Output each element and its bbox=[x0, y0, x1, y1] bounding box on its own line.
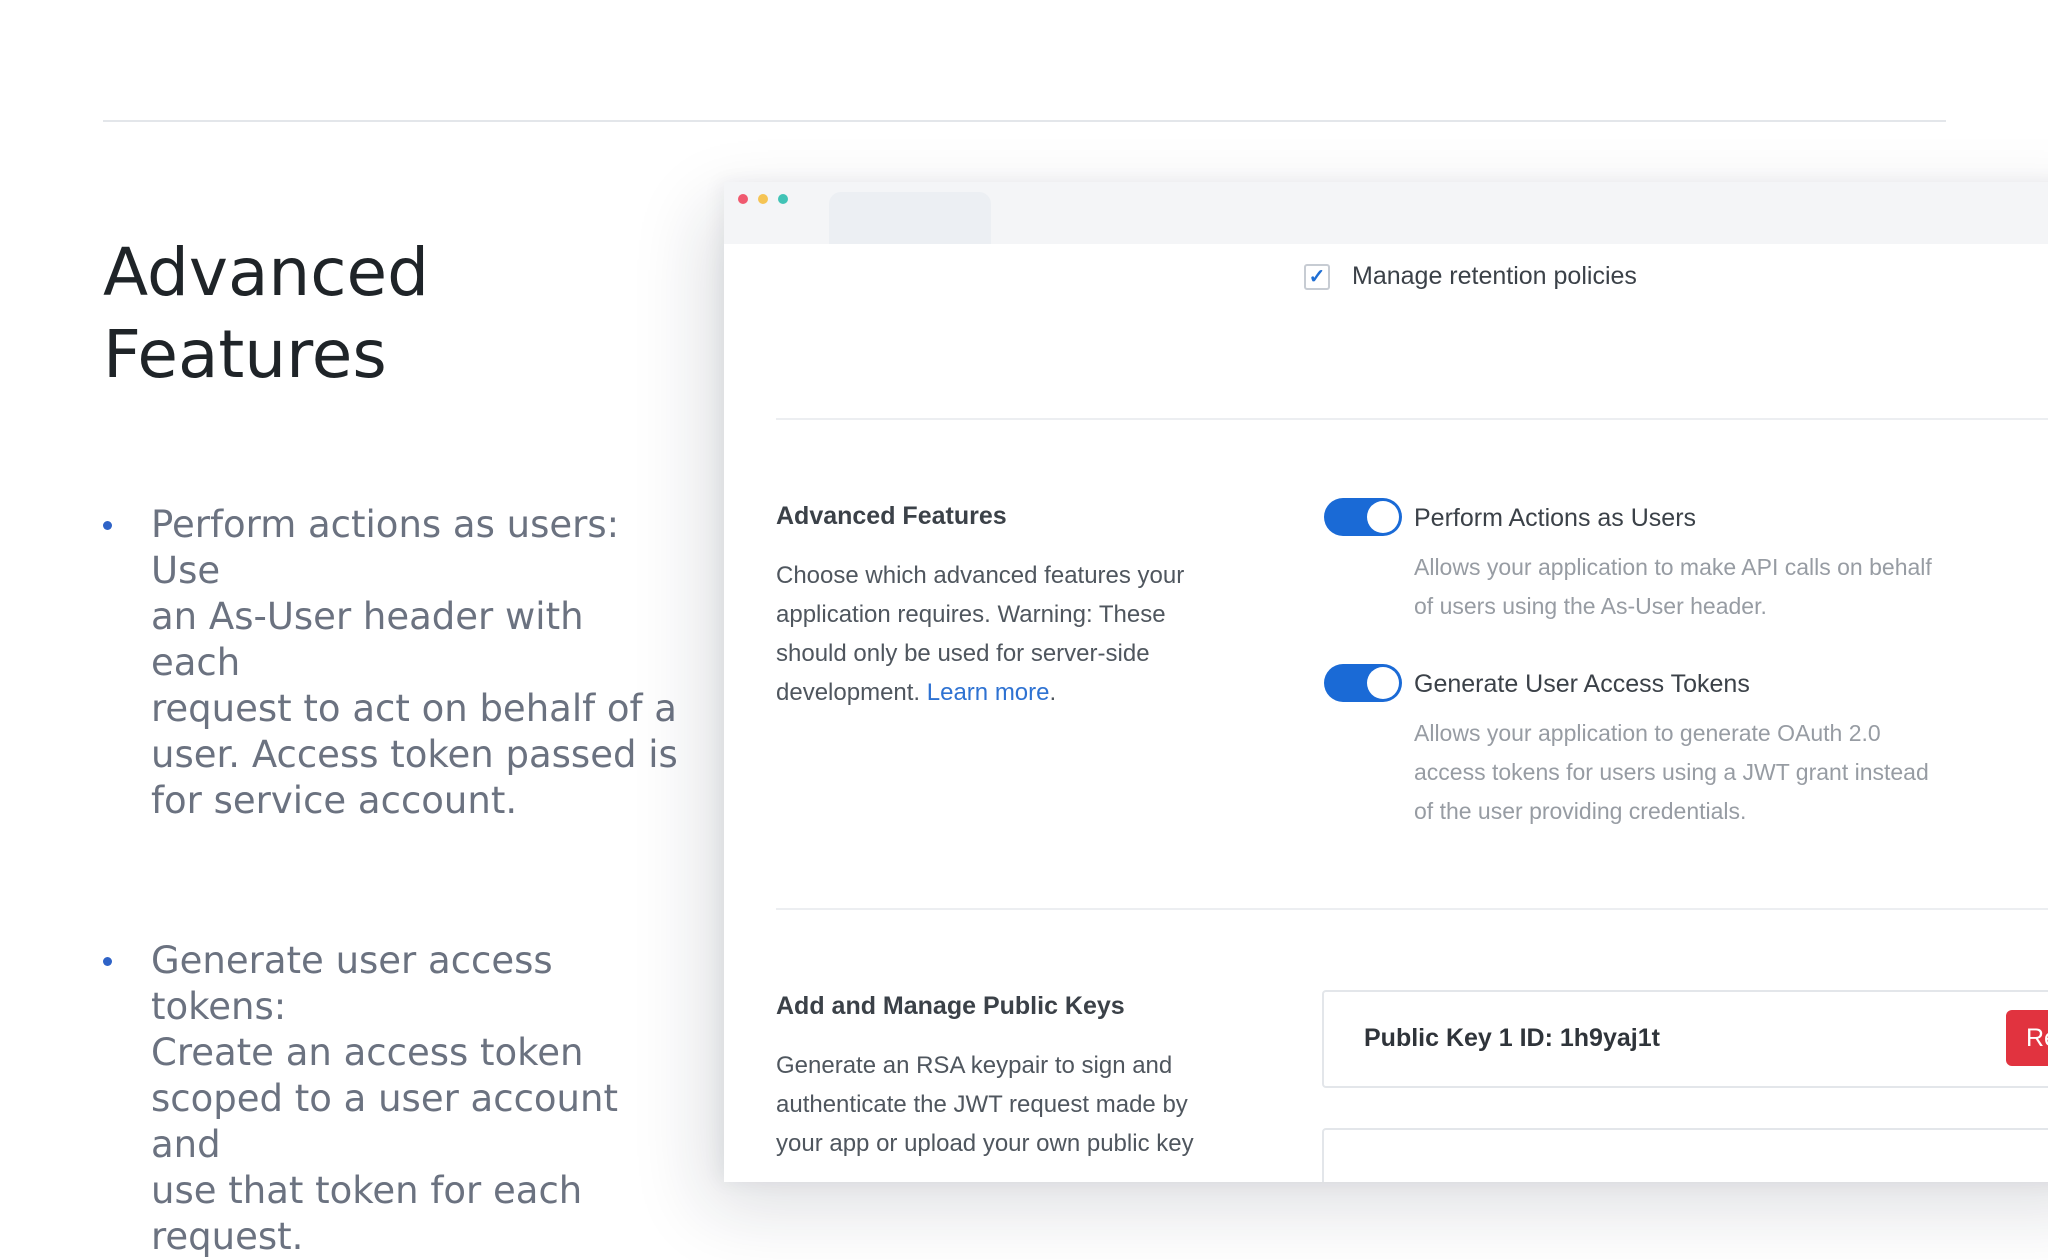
bullet-dot-icon bbox=[103, 957, 112, 966]
slide-title-line: Features bbox=[103, 316, 387, 393]
bullet-line: Generate user access tokens: bbox=[151, 939, 553, 1028]
bullet-line: scoped to a user account and bbox=[151, 1077, 618, 1166]
generate-tokens-label: Generate User Access Tokens bbox=[1414, 670, 1750, 698]
section-divider bbox=[776, 418, 2048, 420]
option-description-line: of the user providing credentials. bbox=[1414, 798, 1747, 824]
bullet-dot-icon bbox=[103, 521, 112, 530]
slide-title: Advanced Features bbox=[103, 232, 429, 396]
window-minimize-dot-icon[interactable] bbox=[758, 194, 768, 204]
option-description-line: access tokens for users using a JWT gran… bbox=[1414, 759, 1929, 785]
public-key-card bbox=[1322, 1128, 2048, 1182]
bullet-line: use that token for each bbox=[151, 1169, 583, 1212]
public-key-id: Public Key 1 ID: 1h9yaj1t bbox=[1364, 1024, 1660, 1052]
public-keys-description: Generate an RSA keypair to sign and auth… bbox=[776, 1046, 1216, 1163]
public-keys-heading: Add and Manage Public Keys bbox=[776, 992, 1125, 1020]
advanced-features-description: Choose which advanced features your appl… bbox=[776, 556, 1216, 712]
remove-key-button[interactable]: Re bbox=[2006, 1010, 2048, 1066]
option-description-line: Allows your application to make API call… bbox=[1414, 554, 1932, 580]
advanced-features-heading: Advanced Features bbox=[776, 502, 1007, 530]
perform-actions-label: Perform Actions as Users bbox=[1414, 504, 1697, 532]
bullet-line: for service account. bbox=[151, 779, 518, 822]
bullet-line: Perform actions as users: Use bbox=[151, 503, 620, 592]
window-titlebar bbox=[724, 182, 2048, 244]
bullet-item: Generate user access tokens: Create an a… bbox=[103, 938, 683, 1260]
section-divider bbox=[776, 908, 2048, 910]
bullet-line: user. Access token passed is bbox=[151, 733, 678, 776]
description-line: Generate an RSA keypair to sign and bbox=[776, 1052, 1173, 1079]
description-line: authenticate the JWT request made by bbox=[776, 1091, 1188, 1118]
generate-tokens-description: Allows your application to generate OAut… bbox=[1414, 714, 2014, 831]
window-close-dot-icon[interactable] bbox=[738, 194, 748, 204]
bullet-item: Perform actions as users: Use an As-User… bbox=[103, 502, 683, 824]
app-screenshot-panel: ✓ Manage retention policies Advanced Fea… bbox=[724, 182, 2048, 1182]
retention-checkbox[interactable]: ✓ bbox=[1304, 263, 1330, 290]
period: . bbox=[1049, 679, 1057, 706]
retention-checkbox-label: Manage retention policies bbox=[1352, 262, 1637, 290]
top-divider bbox=[103, 120, 1946, 122]
bullet-line: request. bbox=[151, 1215, 304, 1258]
bullet-line: an As-User header with each bbox=[151, 595, 584, 684]
description-line: Choose which advanced features your bbox=[776, 562, 1185, 589]
description-line: application requires. Warning: These bbox=[776, 601, 1166, 628]
description-line: development. bbox=[776, 679, 921, 706]
retention-checkbox-row[interactable]: ✓ Manage retention policies bbox=[1304, 262, 1637, 291]
learn-more-link[interactable]: Learn more bbox=[927, 679, 1050, 706]
bullet-line: request to act on behalf of a bbox=[151, 687, 677, 730]
public-key-card: Public Key 1 ID: 1h9yaj1t Re bbox=[1322, 990, 2048, 1088]
bullet-line: Create an access token bbox=[151, 1031, 584, 1074]
perform-actions-description: Allows your application to make API call… bbox=[1414, 548, 2014, 626]
toggle-knob bbox=[1367, 667, 1399, 699]
option-description-line: of users using the As-User header. bbox=[1414, 593, 1767, 619]
checkmark-icon: ✓ bbox=[1308, 266, 1326, 288]
window-maximize-dot-icon[interactable] bbox=[778, 194, 788, 204]
bullet-list: Perform actions as users: Use an As-User… bbox=[103, 502, 683, 1260]
description-line: should only be used for server-side bbox=[776, 640, 1150, 667]
option-description-line: Allows your application to generate OAut… bbox=[1414, 720, 1881, 746]
description-line: your app or upload your own public key bbox=[776, 1130, 1194, 1157]
generate-tokens-toggle[interactable] bbox=[1324, 664, 1402, 702]
slide-title-line: Advanced bbox=[103, 234, 430, 311]
browser-tab[interactable] bbox=[829, 192, 991, 244]
toggle-knob bbox=[1367, 501, 1399, 533]
perform-actions-toggle[interactable] bbox=[1324, 498, 1402, 536]
